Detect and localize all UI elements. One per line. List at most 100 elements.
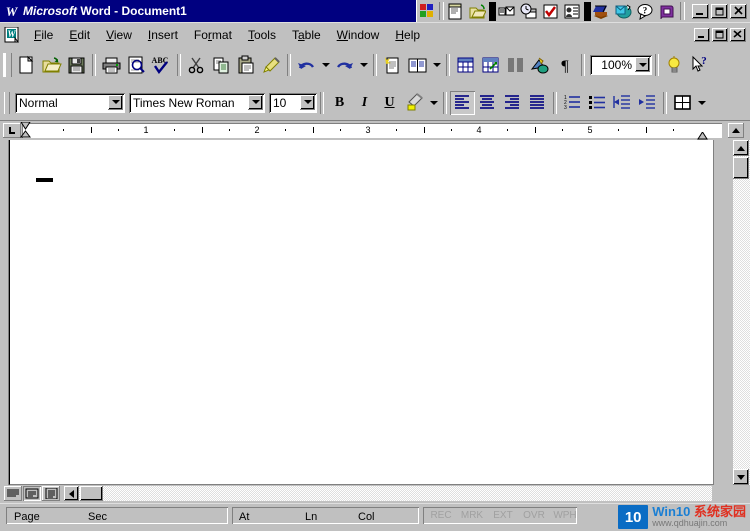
horizontal-scroll-thumb[interactable]	[80, 486, 103, 501]
mdi-minimize-button[interactable]	[694, 27, 710, 42]
menu-help[interactable]: Help	[387, 26, 428, 44]
document-page[interactable]	[9, 140, 714, 485]
print-button[interactable]	[99, 53, 124, 77]
vertical-scrollbar[interactable]	[733, 140, 750, 485]
spelling-grammar-button[interactable]: ABC	[149, 53, 174, 77]
scroll-up-button[interactable]	[733, 140, 749, 156]
web-toolbar-dropdown-button[interactable]	[430, 53, 443, 77]
vertical-scroll-thumb[interactable]	[733, 157, 749, 179]
menu-insert[interactable]: Insert	[140, 26, 186, 44]
status-rec[interactable]: REC	[426, 507, 456, 524]
answer-wizard-icon[interactable]: ?	[635, 1, 656, 21]
mdi-restore-button[interactable]	[712, 27, 728, 42]
align-left-button[interactable]	[450, 90, 475, 115]
scroll-down-button[interactable]	[733, 469, 749, 485]
menu-window[interactable]: Window	[329, 26, 388, 44]
menu-table[interactable]: Table	[284, 26, 329, 44]
zoom-combo[interactable]: 100%	[590, 55, 652, 75]
status-wph[interactable]: WPH	[550, 507, 580, 524]
web-toolbar-button[interactable]	[405, 53, 430, 77]
help-button[interactable]: ?	[687, 53, 712, 77]
menu-edit[interactable]: Edit	[61, 26, 98, 44]
toolbar-grip-formatting[interactable]	[4, 91, 10, 114]
zoom-dropdown-button[interactable]	[635, 57, 650, 72]
first-line-indent-marker[interactable]	[20, 121, 31, 130]
tab-stop-selector[interactable]	[3, 123, 21, 138]
horizontal-scrollbar[interactable]	[64, 486, 712, 501]
scroll-left-button[interactable]	[64, 486, 79, 501]
office-assistant-button[interactable]	[662, 53, 687, 77]
new-contact-icon[interactable]	[562, 1, 583, 21]
bullets-button[interactable]	[585, 90, 610, 115]
redo-button[interactable]	[332, 53, 357, 77]
hanging-indent-marker[interactable]	[20, 130, 31, 138]
show-hide-formatting-button[interactable]: ¶	[553, 53, 578, 77]
insert-hyperlink-button[interactable]	[380, 53, 405, 77]
new-message-icon[interactable]	[496, 1, 517, 21]
font-size-combo[interactable]: 10	[269, 92, 317, 113]
menu-file[interactable]: File	[26, 26, 61, 44]
status-ovr[interactable]: OVR	[519, 507, 549, 524]
increase-indent-button[interactable]	[635, 90, 660, 115]
align-right-button[interactable]	[500, 90, 525, 115]
drawing-button[interactable]	[528, 53, 553, 77]
style-combo[interactable]: Normal	[15, 92, 125, 113]
menu-view[interactable]: View	[98, 26, 140, 44]
status-col-label: Col	[358, 511, 375, 523]
window-close-button[interactable]	[730, 3, 747, 19]
save-button[interactable]	[64, 53, 89, 77]
open-button[interactable]	[39, 53, 64, 77]
columns-button[interactable]	[503, 53, 528, 77]
status-mrk[interactable]: MRK	[457, 507, 487, 524]
format-painter-button[interactable]	[259, 53, 284, 77]
horizontal-ruler[interactable]: 1 2 3 4 5	[22, 123, 722, 138]
microsoft-outlook-icon[interactable]	[613, 1, 634, 21]
paste-button[interactable]	[234, 53, 259, 77]
online-layout-view-button[interactable]	[23, 486, 41, 501]
underline-button[interactable]: U	[377, 91, 402, 114]
ruler-tick	[673, 129, 675, 131]
font-combo[interactable]: Times New Roman	[129, 92, 265, 113]
italic-button[interactable]: I	[352, 91, 377, 114]
menu-format[interactable]: Format	[186, 26, 240, 44]
justify-button[interactable]	[525, 90, 550, 115]
right-indent-marker[interactable]	[697, 131, 708, 140]
new-task-icon[interactable]	[540, 1, 561, 21]
cut-button[interactable]	[184, 53, 209, 77]
ruler-scroll-up-button[interactable]	[728, 123, 744, 138]
borders-dropdown-button[interactable]	[695, 90, 708, 115]
redo-dropdown-button[interactable]	[357, 53, 370, 77]
getting-results-book-icon[interactable]	[591, 1, 612, 21]
font-size-dropdown-button[interactable]	[300, 94, 315, 110]
borders-button[interactable]	[670, 90, 695, 115]
new-document-button[interactable]	[14, 53, 39, 77]
insert-table-button[interactable]	[453, 53, 478, 77]
open-office-document-icon[interactable]	[467, 1, 488, 21]
insert-excel-worksheet-button[interactable]	[478, 53, 503, 77]
bold-button[interactable]: B	[327, 91, 352, 114]
chevron-down-icon	[638, 62, 647, 67]
align-center-button[interactable]	[475, 90, 500, 115]
window-restore-button[interactable]	[711, 3, 728, 19]
undo-button[interactable]	[294, 53, 319, 77]
decrease-indent-button[interactable]	[610, 90, 635, 115]
undo-dropdown-button[interactable]	[319, 53, 332, 77]
menu-tools[interactable]: Tools	[240, 26, 284, 44]
window-minimize-button[interactable]	[692, 3, 709, 19]
toolbar-grip-standard[interactable]	[3, 53, 12, 77]
highlight-dropdown-button[interactable]	[427, 90, 440, 115]
document-icon[interactable]: W	[4, 26, 21, 43]
office-book-icon[interactable]	[657, 1, 678, 21]
new-appointment-icon[interactable]	[518, 1, 539, 21]
copy-button[interactable]	[209, 53, 234, 77]
mdi-close-button[interactable]	[730, 27, 746, 42]
numbering-button[interactable]: 123	[560, 90, 585, 115]
font-dropdown-button[interactable]	[248, 94, 263, 110]
new-office-document-icon[interactable]	[445, 1, 466, 21]
print-preview-button[interactable]	[124, 53, 149, 77]
page-layout-view-button[interactable]	[42, 486, 60, 501]
normal-view-button[interactable]	[4, 486, 22, 501]
style-dropdown-button[interactable]	[108, 94, 123, 110]
highlight-button[interactable]	[402, 90, 427, 115]
status-ext[interactable]: EXT	[488, 507, 518, 524]
